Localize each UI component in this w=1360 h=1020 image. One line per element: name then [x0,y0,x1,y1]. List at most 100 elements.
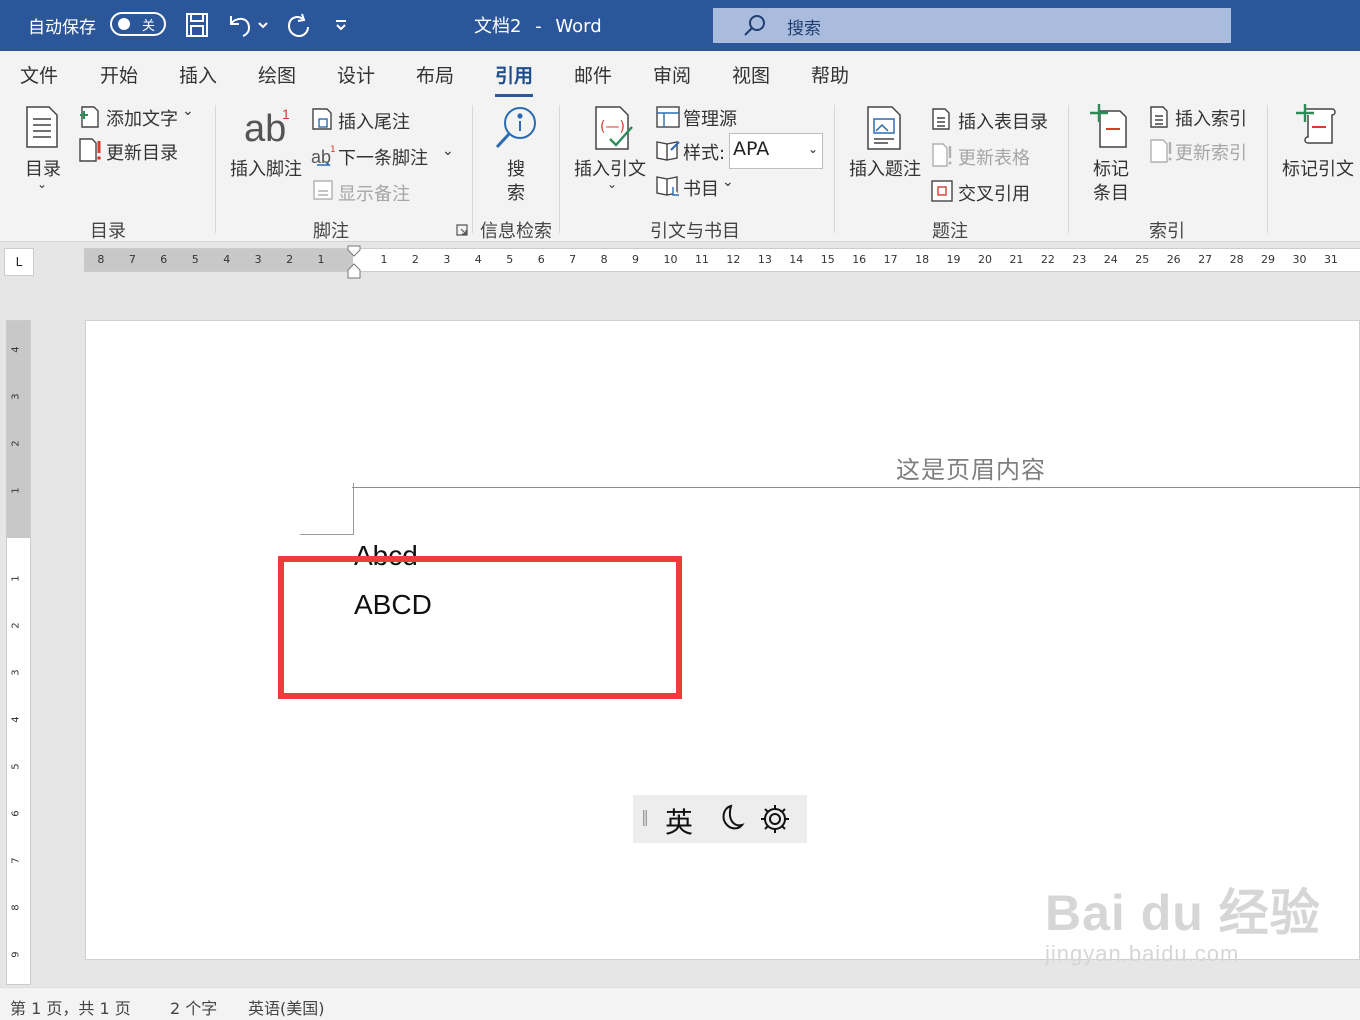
ruler-left-margin [84,249,353,271]
search-label-line2: 索 [507,183,525,204]
tab-help[interactable]: 帮助 [811,61,849,88]
ruler-tick-label: 30 [1292,253,1307,266]
ruler-tick-label: 8 [97,253,105,266]
ruler-tick-label: 7 [10,857,22,864]
ruler-tick-label: 4 [223,253,231,266]
ruler-tick-label: 29 [1261,253,1276,266]
ruler-tick-label: 2 [10,440,22,447]
update-table-icon [931,142,953,172]
undo-dropdown-icon[interactable] [256,10,270,40]
page-header-text[interactable]: 这是页眉内容 [896,450,1046,485]
bibliography-label: 书目 [683,179,719,200]
footnotes-dialog-launcher-icon[interactable] [456,221,468,240]
insert-footnote-icon: ab 1 [244,103,294,151]
word-count[interactable]: 2 个字 [170,995,217,1019]
header-divider [352,487,1360,488]
language-status[interactable]: 英语(美国) [248,995,325,1019]
bibliography-dropdown-icon: ⌄ [722,174,734,190]
search-icon [743,14,767,42]
ruler-tick-label: 3 [10,669,22,676]
tab-layout[interactable]: 布局 [416,61,454,88]
redo-icon[interactable] [283,10,313,40]
customize-qat-icon[interactable] [332,10,350,40]
show-notes-label: 显示备注 [338,184,410,205]
style-label: 样式: [683,143,726,164]
update-table-label: 更新表格 [958,148,1030,169]
mark-entry-icon [1088,103,1130,153]
app-name: Word [555,16,602,37]
margin-crop-mark [353,483,354,535]
ruler-tick-label: 3 [10,393,22,400]
autosave-toggle[interactable]: 关 [110,12,166,36]
update-index-label: 更新索引 [1175,143,1247,164]
toc-icon [25,105,59,153]
citation-style-value: APA [733,138,770,160]
autosave-label: 自动保存 [28,18,96,38]
baidu-watermark: Bai du 经验 jingyan.baidu.com [1045,873,1321,967]
vertical-ruler[interactable]: 4 3 2 1 1 2 3 4 5 6 7 8 9 [6,320,31,985]
ruler-top-margin [7,321,30,538]
page-count[interactable]: 第 1 页，共 1 页 [10,995,131,1019]
tab-references[interactable]: 引用 [495,61,534,97]
ruler-tick-label: 13 [757,253,772,266]
ruler-tick-label: 17 [883,253,898,266]
chevron-down-icon: ⌄ [807,142,818,156]
next-footnote-label: 下一条脚注 [338,148,428,169]
ruler-tick-label: 5 [10,763,22,770]
ruler-tick-label: 6 [10,810,22,817]
ruler-tick-label: 3 [443,253,451,266]
group-divider [834,105,835,233]
next-footnote-icon: ab 1 [311,143,337,173]
indent-marker-icon[interactable] [347,245,361,283]
mark-citation-icon [1294,103,1340,153]
cross-reference-icon [930,179,954,207]
document-page[interactable] [85,320,1360,960]
ruler-tick-label: 23 [1072,253,1087,266]
tab-review[interactable]: 审阅 [653,61,691,88]
ruler-tick-label: 25 [1135,253,1150,266]
tab-design[interactable]: 设计 [337,61,375,88]
ime-toolbar[interactable]: ‖ 英 [633,795,807,843]
ruler-tick-label: 24 [1103,253,1118,266]
tab-mailings[interactable]: 邮件 [574,61,612,88]
ruler-tick-label: 6 [537,253,545,266]
ruler-tick-label: 31 [1323,253,1338,266]
tab-file[interactable]: 文件 [20,61,58,88]
tab-insert[interactable]: 插入 [179,61,217,88]
smart-lookup-icon [494,105,540,155]
tab-selector[interactable]: L [4,248,34,276]
citation-style-select[interactable]: APA ⌄ [729,133,823,169]
title-bar: 自动保存 关 文档2 - Word 搜索 [0,0,1360,51]
save-icon[interactable] [183,10,211,40]
horizontal-ruler[interactable]: 8 7 6 5 4 3 2 1 1 2 3 4 5 6 7 8 9 10 11 12 13 14 15 16 17 18 19 20 2… [84,245,1360,279]
ruler-tick-label: 12 [726,253,741,266]
tab-draw[interactable]: 绘图 [258,61,296,88]
undo-icon[interactable] [224,10,254,40]
ruler-tick-label: 16 [852,253,867,266]
ruler-tick-label: 20 [978,253,992,266]
gear-icon[interactable] [759,803,791,839]
ime-language[interactable]: 英 [665,801,693,841]
drag-handle-icon[interactable]: ‖ [641,807,649,826]
update-toc-label: 更新目录 [106,143,178,164]
svg-text:1: 1 [330,145,336,155]
search-input[interactable]: 搜索 [713,8,1231,43]
add-text-dropdown-icon: ⌄ [182,103,194,119]
ruler-tick-label: 9 [10,951,22,958]
search-label-line1: 搜 [507,159,525,180]
moon-icon[interactable] [713,803,745,839]
mark-citation-label: 标记引文 [1282,159,1354,180]
status-bar: 第 1 页，共 1 页 2 个字 英语(美国) [0,987,1360,1020]
ruler-tick-label: 4 [474,253,482,266]
group-index-label: 索引 [1149,221,1185,242]
ruler-tick-label: 6 [160,253,168,266]
ruler-tick-label: 11 [694,253,709,266]
group-toc-label: 目录 [90,221,126,242]
ruler-tick-label: 1 [10,575,22,582]
style-icon [655,138,681,166]
ruler-tick-label: 19 [946,253,961,266]
tab-home[interactable]: 开始 [100,61,138,88]
ruler-tick-label: 22 [1040,253,1055,266]
highlight-annotation-box [278,556,682,699]
tab-view[interactable]: 视图 [732,61,770,88]
